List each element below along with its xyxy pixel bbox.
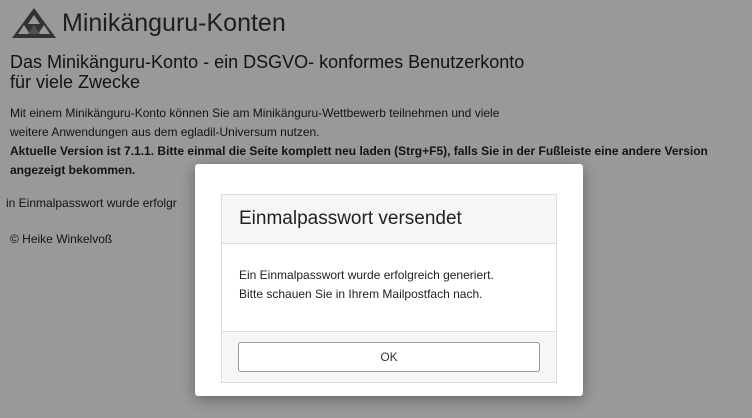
dialog-message-line-1: Ein Einmalpasswort wurde erfolgreich gen… [239,268,494,282]
ok-button[interactable]: OK [238,342,540,372]
dialog-title: Einmalpasswort versendet [239,208,462,229]
dialog-header: Einmalpasswort versendet [222,195,556,244]
modal-dialog: Einmalpasswort versendet Ein Einmalpassw… [195,164,583,396]
dialog-message-line-2: Bitte schauen Sie in Ihrem Mailpostfach … [239,287,483,301]
dialog-body: Ein Einmalpasswort wurde erfolgreich gen… [222,244,556,304]
dialog-footer: OK [222,331,556,382]
dialog-card: Einmalpasswort versendet Ein Einmalpassw… [221,194,557,383]
